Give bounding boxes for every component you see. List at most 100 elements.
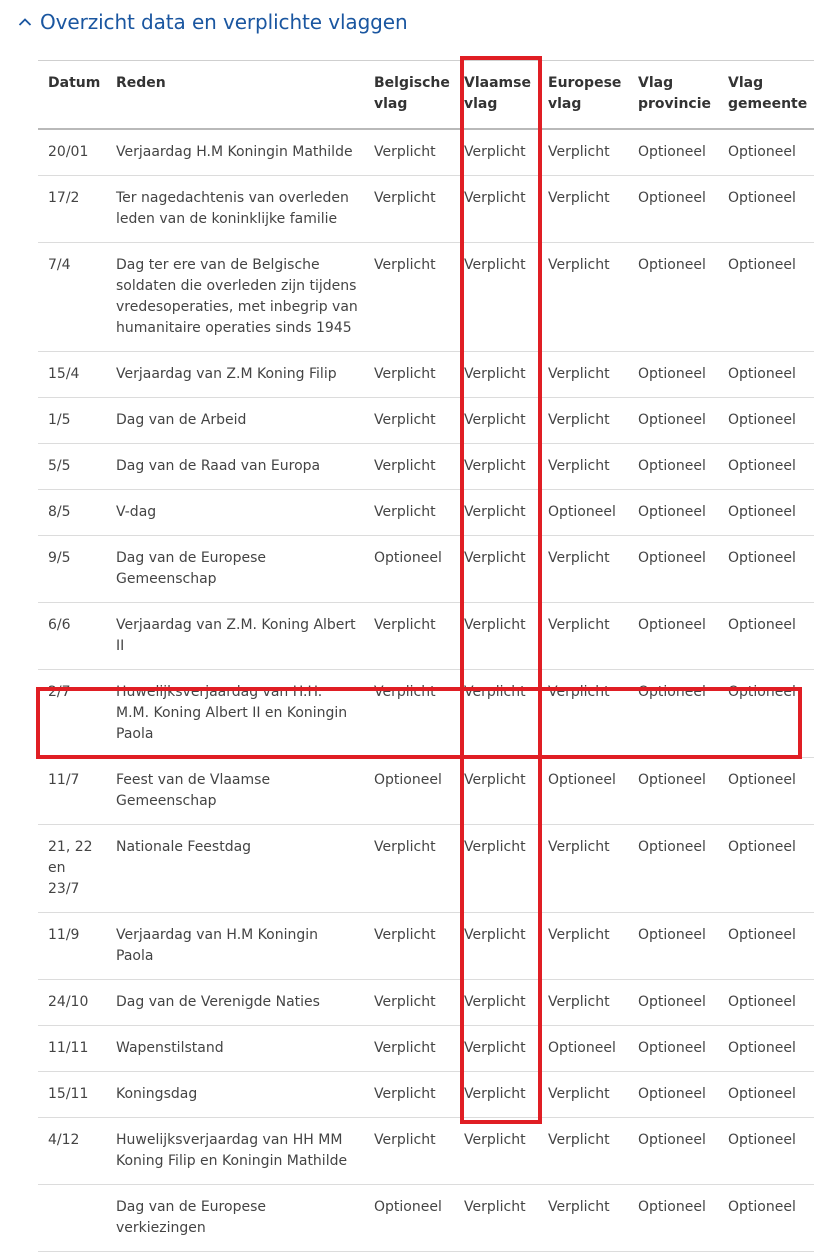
flags-table: Datum Reden Belgische vlag Vlaamse vlag Euro…: [38, 60, 814, 1252]
header-datum: Datum: [38, 60, 106, 130]
cell-reden: Dag van de Europese Gemeenschap: [106, 535, 364, 603]
cell-europese-vlag: Verplicht: [538, 1117, 628, 1185]
header-label: Vlag provincie: [638, 75, 712, 112]
cell-vlaamse-vlag: Verplicht: [454, 489, 538, 536]
cell-vlag-provincie: Optioneel: [628, 602, 718, 670]
cell-vlag-provincie: Optioneel: [628, 397, 718, 444]
cell-vlaamse-vlag: Verplicht: [454, 1117, 538, 1185]
cell-europese-vlag: Verplicht: [538, 1184, 628, 1252]
cell-belgische-vlag: Verplicht: [364, 979, 454, 1026]
cell-vlag-provincie: Optioneel: [628, 1117, 718, 1185]
cell-reden: Koningsdag: [106, 1071, 364, 1118]
section-toggle[interactable]: Overzicht data en verplichte vlaggen: [16, 6, 408, 38]
table-row: 6/6 Verjaardag van Z.M. Koning Albert II V…: [38, 602, 814, 670]
cell-vlag-provincie: Optioneel: [628, 242, 718, 352]
header-label: Reden: [116, 75, 166, 91]
table-row: 15/4 Verjaardag van Z.M Koning Filip Verpl…: [38, 351, 814, 398]
cell-belgische-vlag: Verplicht: [364, 397, 454, 444]
cell-belgische-vlag: Verplicht: [364, 175, 454, 243]
cell-reden: Verjaardag van H.M Koningin Paola: [106, 912, 364, 980]
cell-vlaamse-vlag: Verplicht: [454, 979, 538, 1026]
table-row: Dag van de Europese verkiezingen Optionee…: [38, 1184, 814, 1252]
table-row: 17/2 Ter nagedachtenis van overleden lede…: [38, 175, 814, 243]
table-row: 11/11 Wapenstilstand Verplicht Verplicht Opt…: [38, 1025, 814, 1072]
cell-vlag-gemeente: Optioneel: [718, 757, 814, 825]
cell-belgische-vlag: Verplicht: [364, 242, 454, 352]
cell-vlag-provincie: Optioneel: [628, 979, 718, 1026]
cell-vlag-gemeente: Optioneel: [718, 129, 814, 176]
table-header-row: Datum Reden Belgische vlag Vlaamse vlag Euro…: [38, 60, 814, 130]
cell-vlaamse-vlag: Verplicht: [454, 1025, 538, 1072]
cell-vlaamse-vlag: Verplicht: [454, 175, 538, 243]
cell-europese-vlag: Verplicht: [538, 129, 628, 176]
cell-datum: [38, 1184, 106, 1252]
cell-reden: Verjaardag van Z.M. Koning Albert II: [106, 602, 364, 670]
cell-vlag-gemeente: Optioneel: [718, 1117, 814, 1185]
cell-datum: 7/4: [38, 242, 106, 352]
cell-europese-vlag: Verplicht: [538, 824, 628, 913]
cell-datum: 24/10: [38, 979, 106, 1026]
cell-datum: 1/5: [38, 397, 106, 444]
cell-datum: 11/11: [38, 1025, 106, 1072]
cell-reden: Dag van de Raad van Europa: [106, 443, 364, 490]
header-label: Europese vlag: [548, 75, 622, 112]
header-label: Vlag gemeente: [728, 75, 808, 112]
table-row: 5/5 Dag van de Raad van Europa Verplicht Ve…: [38, 443, 814, 490]
cell-vlag-gemeente: Optioneel: [718, 979, 814, 1026]
cell-datum: 9/5: [38, 535, 106, 603]
cell-vlaamse-vlag: Verplicht: [454, 1184, 538, 1252]
cell-europese-vlag: Optioneel: [538, 757, 628, 825]
cell-vlag-provincie: Optioneel: [628, 351, 718, 398]
cell-belgische-vlag: Verplicht: [364, 1117, 454, 1185]
table-row: 11/7 Feest van de Vlaamse Gemeenschap Opti…: [38, 757, 814, 825]
cell-vlag-provincie: Optioneel: [628, 1071, 718, 1118]
cell-vlaamse-vlag: Verplicht: [454, 1071, 538, 1118]
cell-vlag-gemeente: Optioneel: [718, 1025, 814, 1072]
cell-datum: 2/7: [38, 669, 106, 758]
cell-vlaamse-vlag: Verplicht: [454, 912, 538, 980]
cell-vlag-provincie: Optioneel: [628, 1184, 718, 1252]
cell-europese-vlag: Verplicht: [538, 669, 628, 758]
table-row: 1/5 Dag van de Arbeid Verplicht Verplicht Ve…: [38, 397, 814, 444]
header-label: Belgische vlag: [374, 75, 450, 112]
cell-vlaamse-vlag: Verplicht: [454, 757, 538, 825]
cell-europese-vlag: Verplicht: [538, 1071, 628, 1118]
cell-reden: Verjaardag van Z.M Koning Filip: [106, 351, 364, 398]
cell-datum: 4/12: [38, 1117, 106, 1185]
cell-reden: Nationale Feestdag: [106, 824, 364, 913]
header-vlag-gemeente: Vlag gemeente: [718, 60, 814, 130]
cell-belgische-vlag: Verplicht: [364, 669, 454, 758]
cell-belgische-vlag: Verplicht: [364, 912, 454, 980]
cell-reden: Feest van de Vlaamse Gemeenschap: [106, 757, 364, 825]
cell-vlaamse-vlag: Verplicht: [454, 602, 538, 670]
cell-vlaamse-vlag: Verplicht: [454, 351, 538, 398]
cell-vlag-gemeente: Optioneel: [718, 535, 814, 603]
cell-belgische-vlag: Verplicht: [364, 1071, 454, 1118]
cell-belgische-vlag: Optioneel: [364, 1184, 454, 1252]
header-belgische-vlag: Belgische vlag: [364, 60, 454, 130]
cell-belgische-vlag: Verplicht: [364, 602, 454, 670]
table-row: 2/7 Huwelijksverjaardag van H.H. M.M. Kon…: [38, 669, 814, 758]
header-reden: Reden: [106, 60, 364, 130]
cell-datum: 8/5: [38, 489, 106, 536]
cell-vlag-gemeente: Optioneel: [718, 824, 814, 913]
cell-belgische-vlag: Verplicht: [364, 824, 454, 913]
cell-vlag-gemeente: Optioneel: [718, 1184, 814, 1252]
cell-belgische-vlag: Verplicht: [364, 443, 454, 490]
cell-europese-vlag: Verplicht: [538, 912, 628, 980]
header-vlaamse-vlag: Vlaamse vlag: [454, 60, 538, 130]
cell-vlag-gemeente: Optioneel: [718, 669, 814, 758]
cell-vlag-gemeente: Optioneel: [718, 443, 814, 490]
cell-europese-vlag: Verplicht: [538, 351, 628, 398]
table-row: 24/10 Dag van de Verenigde Naties Verplich…: [38, 979, 814, 1026]
cell-reden: Ter nagedachtenis van overleden leden va…: [106, 175, 364, 243]
cell-europese-vlag: Verplicht: [538, 979, 628, 1026]
header-label: Vlaamse vlag: [464, 75, 531, 112]
cell-reden: V-dag: [106, 489, 364, 536]
table-row: 11/9 Verjaardag van H.M Koningin Paola Ver…: [38, 912, 814, 980]
cell-datum: 11/7: [38, 757, 106, 825]
cell-vlag-provincie: Optioneel: [628, 1025, 718, 1072]
cell-vlaamse-vlag: Verplicht: [454, 397, 538, 444]
table-row: 9/5 Dag van de Europese Gemeenschap Option…: [38, 535, 814, 603]
cell-vlaamse-vlag: Verplicht: [454, 669, 538, 758]
